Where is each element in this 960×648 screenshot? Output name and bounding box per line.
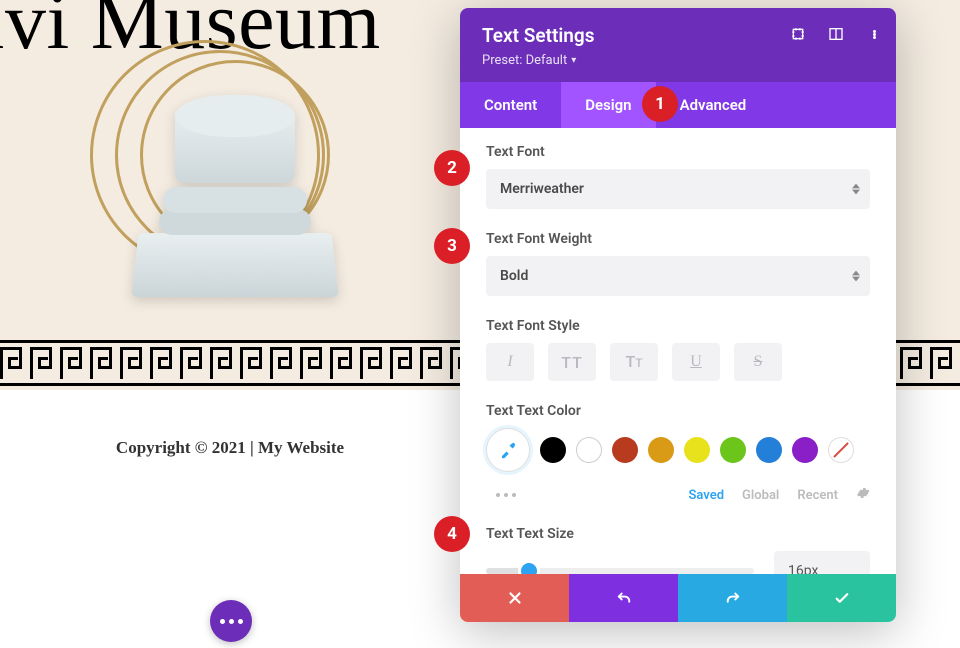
style-underline-button[interactable]: U <box>672 343 720 381</box>
color-swatch[interactable] <box>684 437 710 463</box>
color-tab-saved[interactable]: Saved <box>688 488 724 503</box>
label-font-weight: Text Font Weight <box>486 231 870 247</box>
eyedropper-button[interactable] <box>486 428 530 472</box>
undo-button[interactable] <box>569 574 678 622</box>
preset-dropdown[interactable]: Preset: Default ▾ <box>482 53 576 68</box>
field-text-color: Text Text Color Saved Global <box>486 403 870 504</box>
style-italic-button[interactable]: I <box>486 343 534 381</box>
select-text-font-value: Merriweather <box>500 181 584 197</box>
text-size-input[interactable]: 16px <box>774 551 870 574</box>
tab-content[interactable]: Content <box>460 82 561 128</box>
columns-icon[interactable] <box>828 26 844 42</box>
color-swatch[interactable] <box>792 437 818 463</box>
color-tab-recent[interactable]: Recent <box>797 488 838 503</box>
select-arrows-icon <box>852 184 860 195</box>
caret-down-icon: ▾ <box>571 55 576 66</box>
slider-thumb[interactable] <box>521 563 537 574</box>
text-settings-panel: Text Settings Preset: Default ▾ Content … <box>460 8 896 622</box>
color-swatch-none[interactable] <box>828 437 854 463</box>
select-font-weight[interactable]: Bold <box>486 256 870 296</box>
label-text-color: Text Text Color <box>486 403 870 419</box>
callout-4: 4 <box>436 518 468 550</box>
callout-2: 2 <box>436 152 468 184</box>
field-font-weight: Text Font Weight Bold <box>486 231 870 296</box>
color-swatch[interactable] <box>648 437 674 463</box>
field-font-style: Text Font Style I TT Tᴛ U S <box>486 318 870 381</box>
panel-tabs: Content Design Advanced <box>460 82 896 128</box>
tab-design[interactable]: Design <box>561 82 655 128</box>
more-colors-icon[interactable] <box>496 493 516 497</box>
pedestal-illustration <box>75 40 375 310</box>
page-settings-fab[interactable] <box>210 600 252 642</box>
label-text-font: Text Font <box>486 144 870 160</box>
field-text-size: Text Text Size 16px <box>486 526 870 574</box>
callout-1: 1 <box>644 88 676 120</box>
copyright-text: Copyright © 2021 | My Website <box>0 438 460 458</box>
select-font-weight-value: Bold <box>500 268 528 284</box>
label-font-style: Text Font Style <box>486 318 870 334</box>
gear-icon[interactable] <box>856 486 870 504</box>
select-text-font[interactable]: Merriweather <box>486 169 870 209</box>
preset-label: Preset: Default <box>482 53 567 68</box>
color-tab-global[interactable]: Global <box>742 488 779 503</box>
color-swatch[interactable] <box>756 437 782 463</box>
color-swatch[interactable] <box>612 437 638 463</box>
more-icon[interactable] <box>866 26 882 42</box>
style-uppercase-button[interactable]: TT <box>548 343 596 381</box>
save-button[interactable] <box>787 574 896 622</box>
label-text-size: Text Text Size <box>486 526 870 542</box>
expand-icon[interactable] <box>790 26 806 42</box>
color-swatch[interactable] <box>540 437 566 463</box>
style-strike-button[interactable]: S <box>734 343 782 381</box>
style-smallcaps-button[interactable]: Tᴛ <box>610 343 658 381</box>
cancel-button[interactable] <box>460 574 569 622</box>
redo-button[interactable] <box>678 574 787 622</box>
color-swatch[interactable] <box>576 437 602 463</box>
panel-footer <box>460 574 896 622</box>
callout-3: 3 <box>436 230 468 262</box>
field-text-font: Text Font Merriweather <box>486 144 870 209</box>
panel-header[interactable]: Text Settings Preset: Default ▾ <box>460 8 896 82</box>
color-swatch[interactable] <box>720 437 746 463</box>
panel-body: Text Font Merriweather Text Font Weight … <box>460 128 896 574</box>
text-size-slider[interactable] <box>486 568 754 574</box>
select-arrows-icon <box>852 271 860 282</box>
